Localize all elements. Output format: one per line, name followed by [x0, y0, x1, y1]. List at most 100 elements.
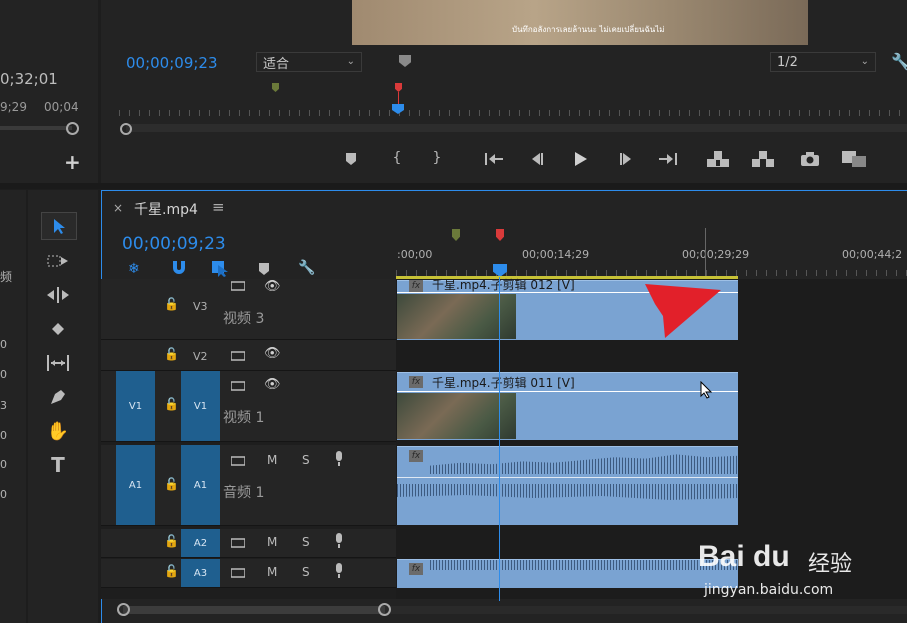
program-video-frame: บันทึกอลังการเลยล้านนะ ไม่เคยเปลี่ยนฉันไ…	[352, 0, 808, 45]
chevron-down-icon: ⌄	[860, 56, 869, 67]
timeline-timecode[interactable]: 00;00;09;23	[122, 234, 226, 254]
fx-badge[interactable]: fx	[409, 450, 423, 462]
eye-icon[interactable]: 👁	[264, 279, 281, 294]
track-v3-name[interactable]: V3	[193, 300, 208, 313]
ruler-label-0: :00;00	[397, 248, 433, 261]
wrench-icon[interactable]: 🔧	[891, 52, 907, 71]
resolution-select[interactable]: 1/2 ⌄	[770, 52, 876, 72]
marker-green[interactable]	[272, 83, 279, 92]
snap-nest-icon[interactable]: ❄	[128, 261, 140, 277]
eye-icon[interactable]: 👁	[264, 377, 281, 392]
clip-v1-header-line	[397, 391, 738, 392]
source-patch-v1[interactable]: V1	[116, 371, 155, 441]
fx-badge[interactable]: fx	[409, 376, 423, 388]
source-scroll-handle[interactable]	[66, 122, 79, 135]
mark-in-icon[interactable]: {	[389, 148, 405, 168]
marker-add-icon[interactable]	[343, 150, 359, 168]
ruler-label-2: 00;00;29;29	[682, 248, 750, 261]
eye-icon[interactable]: 👁	[264, 346, 281, 361]
track-v3-label: 视频 3	[223, 311, 265, 327]
audio-midline	[397, 477, 738, 478]
source-patch-a1[interactable]: A1	[116, 445, 155, 525]
track-select-tool-icon[interactable]	[41, 248, 75, 274]
track-v1-label: 视频 1	[223, 410, 265, 426]
lock-icon[interactable]: 🔓	[164, 347, 179, 361]
program-scrollbar[interactable]	[126, 124, 907, 132]
microphone-icon[interactable]	[334, 533, 344, 552]
source-ruler-label-1: 9;29	[0, 100, 27, 114]
step-forward-icon[interactable]	[616, 150, 636, 168]
microphone-icon[interactable]	[334, 563, 344, 582]
track-output-icon[interactable]	[230, 455, 246, 469]
hand-tool-icon[interactable]: ✋	[41, 418, 75, 444]
step-back-icon[interactable]	[527, 150, 547, 168]
solo-button[interactable]: S	[302, 453, 310, 467]
track-target-a2[interactable]: A2	[181, 529, 220, 557]
fx-badge[interactable]: fx	[409, 563, 423, 575]
track-output-icon[interactable]	[230, 380, 246, 394]
timeline-tab-title[interactable]: 千星.mp4	[134, 199, 198, 219]
project-panel-strip: 频 0 0 3 0 0 0	[0, 190, 26, 623]
type-tool-icon[interactable]: T	[41, 452, 75, 478]
mark-out-icon[interactable]: }	[429, 148, 445, 168]
track-output-icon[interactable]	[230, 350, 246, 364]
fit-select[interactable]: 适合 ⌄	[256, 52, 362, 72]
solo-button[interactable]: S	[302, 565, 310, 579]
mute-button[interactable]: M	[267, 535, 277, 549]
export-frame-icon[interactable]	[799, 150, 821, 168]
extract-icon[interactable]	[751, 150, 775, 168]
add-plus-icon[interactable]: +	[64, 150, 81, 174]
linked-selection-icon[interactable]	[212, 261, 230, 280]
project-num-1: 0	[0, 338, 7, 351]
add-marker-icon[interactable]	[259, 263, 269, 278]
program-ruler[interactable]	[119, 110, 907, 116]
timeline-settings-wrench-icon[interactable]: 🔧	[298, 260, 315, 276]
chevron-down-icon: ⌄	[346, 56, 355, 67]
play-icon[interactable]	[571, 150, 591, 168]
scroll-handle-right[interactable]	[378, 603, 391, 616]
go-to-in-icon[interactable]	[483, 150, 505, 168]
source-scrollbar[interactable]	[0, 126, 72, 130]
program-timecode[interactable]: 00;00;09;23	[126, 54, 218, 72]
close-tab-icon[interactable]: ×	[113, 201, 123, 215]
solo-button[interactable]: S	[302, 535, 310, 549]
marker-red-line	[398, 92, 399, 104]
slip-tool-icon[interactable]	[41, 350, 75, 376]
track-output-icon[interactable]	[230, 537, 246, 551]
selection-tool-icon[interactable]	[41, 212, 77, 240]
mute-button[interactable]: M	[267, 453, 277, 467]
mute-button[interactable]: M	[267, 565, 277, 579]
track-output-icon[interactable]	[230, 567, 246, 581]
marker-red[interactable]	[395, 83, 402, 92]
lock-icon[interactable]: 🔓	[164, 564, 179, 578]
track-target-a3[interactable]: A3	[181, 559, 220, 587]
go-to-out-icon[interactable]	[657, 150, 679, 168]
clip-v3-name: 千星.mp4.子剪辑 012 [V]	[432, 278, 575, 292]
baidu-brand-cn: 经验	[808, 552, 853, 577]
program-scroll-handle[interactable]	[120, 123, 132, 135]
timeline-scroll-thumb[interactable]	[123, 606, 385, 614]
track-output-icon[interactable]	[230, 280, 246, 294]
lock-icon[interactable]: 🔓	[164, 297, 179, 311]
track-target-v1[interactable]: V1	[181, 371, 220, 441]
microphone-icon[interactable]	[334, 451, 344, 470]
track-v2-name[interactable]: V2	[193, 350, 208, 363]
ripple-edit-tool-icon[interactable]	[41, 282, 75, 308]
pen-tool-icon[interactable]	[41, 384, 75, 410]
razor-tool-icon[interactable]	[41, 316, 75, 342]
comparison-icon[interactable]	[841, 150, 867, 168]
fit-select-value: 适合	[263, 56, 290, 72]
fx-badge[interactable]: fx	[409, 280, 423, 292]
track-target-a1[interactable]: A1	[181, 445, 220, 525]
scroll-handle-left[interactable]	[117, 603, 130, 616]
playhead-marker-icon[interactable]	[399, 55, 411, 67]
snap-magnet-icon[interactable]	[171, 261, 187, 278]
lift-icon[interactable]	[706, 150, 730, 168]
lock-icon[interactable]: 🔓	[164, 477, 179, 491]
lock-icon[interactable]: 🔓	[164, 397, 179, 411]
audio-waveform-a3	[430, 560, 738, 570]
project-num-6: 0	[0, 488, 7, 501]
lock-icon[interactable]: 🔓	[164, 534, 179, 548]
tab-menu-icon[interactable]: ≡	[212, 198, 225, 216]
project-side-label: 频	[0, 270, 13, 284]
